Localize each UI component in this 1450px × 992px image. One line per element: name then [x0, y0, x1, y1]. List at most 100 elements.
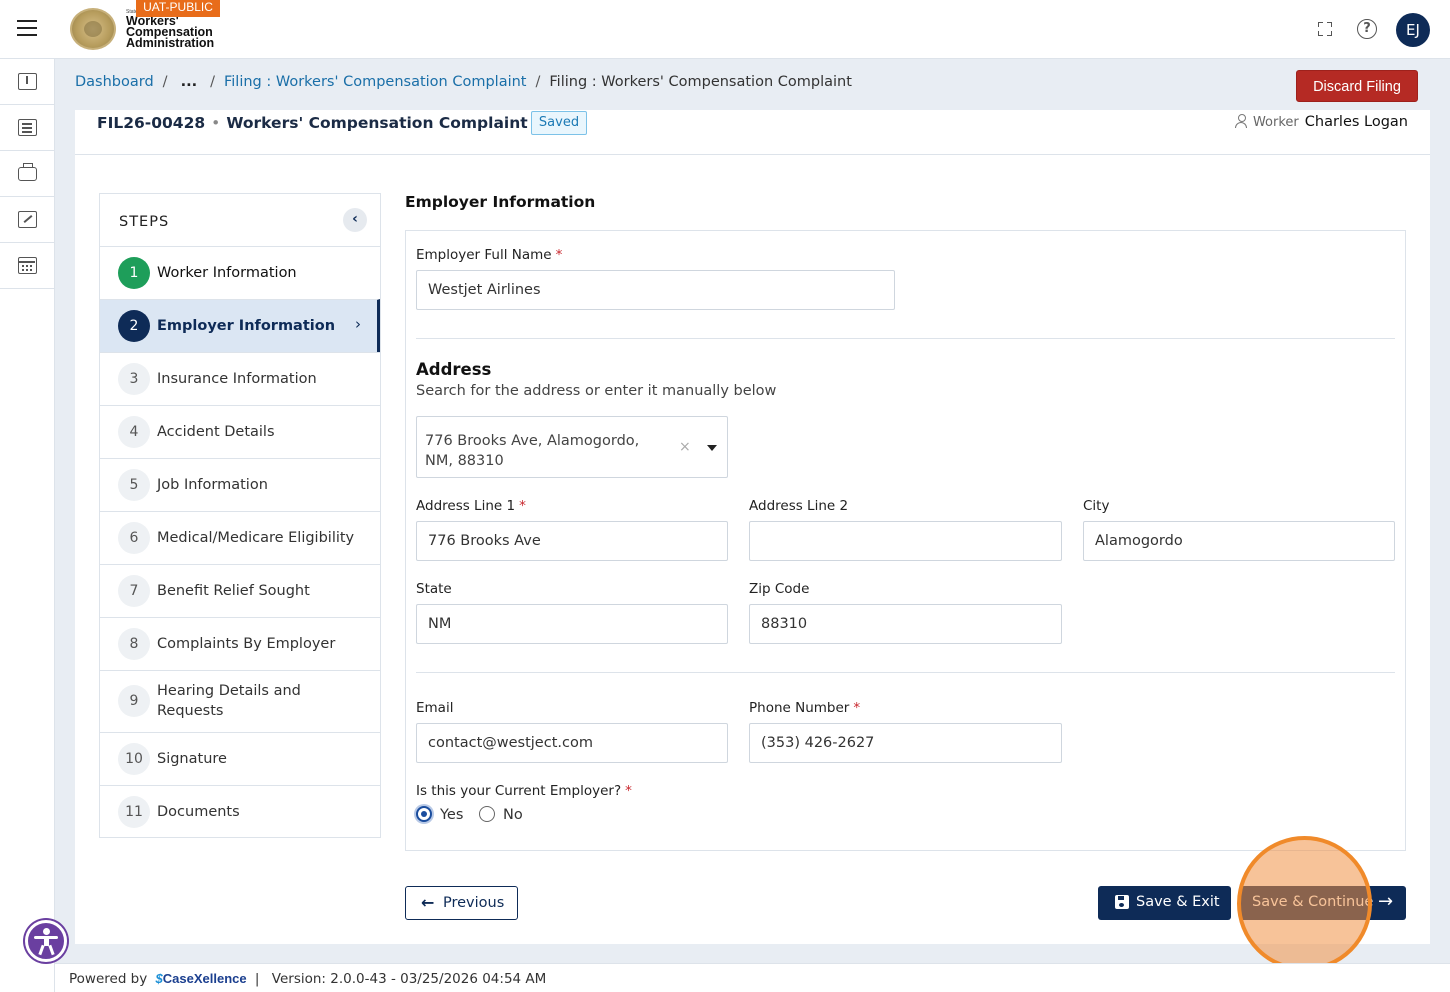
- step-hearing-details[interactable]: 9 Hearing Details and Requests: [100, 670, 380, 732]
- label-text: Is this your Current Employer?: [416, 783, 622, 799]
- cases-nav-item[interactable]: [0, 151, 55, 197]
- section-title: Employer Information: [405, 193, 596, 211]
- footer-text: Powered by $CaseXellence | Version: 2.0.…: [69, 971, 546, 987]
- address-line2-input[interactable]: [749, 521, 1062, 561]
- step-label: Accident Details: [157, 424, 275, 440]
- current-employer-no-radio[interactable]: [479, 806, 495, 822]
- state-input[interactable]: NM: [416, 604, 728, 644]
- state-label: State: [416, 581, 452, 597]
- step-number: 6: [118, 522, 150, 554]
- step-number: 11: [118, 796, 150, 828]
- divider: [416, 338, 1395, 339]
- no-label[interactable]: No: [503, 807, 523, 823]
- list-icon: [18, 119, 37, 136]
- step-insurance-information[interactable]: 3 Insurance Information: [100, 352, 380, 405]
- step-documents[interactable]: 11 Documents: [100, 785, 380, 838]
- divider: [416, 672, 1395, 673]
- label-text: Employer Full Name: [416, 247, 552, 263]
- step-number: 3: [118, 363, 150, 395]
- help-icon[interactable]: ?: [1357, 19, 1377, 39]
- email-input[interactable]: contact@westject.com: [416, 723, 728, 763]
- step-accident-details[interactable]: 4 Accident Details: [100, 405, 380, 458]
- breadcrumb-separator: /: [210, 74, 215, 90]
- step-number: 7: [118, 575, 150, 607]
- edit-icon: [18, 211, 37, 228]
- previous-button[interactable]: ← Previous: [405, 886, 518, 920]
- menu-icon[interactable]: [17, 20, 37, 36]
- step-number: 10: [118, 743, 150, 775]
- employer-name-label: Employer Full Name *: [416, 247, 562, 263]
- status-badge: Saved: [531, 111, 587, 135]
- address-line1-label: Address Line 1 *: [416, 498, 526, 514]
- email-label: Email: [416, 700, 454, 716]
- previous-label: Previous: [443, 895, 505, 911]
- clear-icon[interactable]: ×: [679, 439, 691, 455]
- step-label: Hearing Details and Requests: [157, 683, 301, 719]
- upload-icon: [18, 73, 37, 90]
- save-exit-button[interactable]: Save & Exit: [1098, 886, 1231, 920]
- step-label: Employer Information: [157, 318, 336, 334]
- powered-by-label: Powered by: [69, 971, 148, 987]
- phone-input[interactable]: (353) 426-2627: [749, 723, 1062, 763]
- filing-id: FIL26-00428: [97, 114, 206, 132]
- collapse-steps-button[interactable]: ‹: [343, 208, 367, 232]
- worker-name: Charles Logan: [1304, 114, 1408, 130]
- casexellence-logo: $CaseXellence: [156, 971, 247, 986]
- address-line1-input[interactable]: 776 Brooks Ave: [416, 521, 728, 561]
- employer-name-input[interactable]: Westjet Airlines: [416, 270, 895, 310]
- person-icon: [1234, 114, 1247, 128]
- step-employer-information[interactable]: 2 Employer Information ›: [100, 299, 380, 352]
- edit-nav-item[interactable]: [0, 197, 55, 243]
- briefcase-icon: [18, 163, 37, 181]
- save-icon: [1115, 895, 1129, 909]
- step-label: Medical/Medicare Eligibility: [157, 530, 355, 546]
- worker-info: Worker Charles Logan: [1234, 114, 1408, 130]
- breadcrumb-ellipsis[interactable]: ...: [181, 74, 198, 90]
- breadcrumb-current: Filing : Workers' Compensation Complaint: [549, 74, 852, 90]
- save-continue-button[interactable]: Save & Continue →: [1240, 886, 1406, 920]
- accessibility-icon[interactable]: [25, 920, 67, 962]
- step-medical-eligibility[interactable]: 6 Medical/Medicare Eligibility: [100, 511, 380, 564]
- address-title: Address: [416, 360, 492, 379]
- discard-filing-button[interactable]: Discard Filing: [1296, 70, 1418, 102]
- step-job-information[interactable]: 5 Job Information: [100, 458, 380, 511]
- yes-label[interactable]: Yes: [440, 807, 463, 823]
- breadcrumb-filing-link[interactable]: Filing : Workers' Compensation Complaint: [224, 74, 527, 90]
- required-mark: *: [625, 783, 632, 799]
- save-continue-label: Save & Continue: [1252, 894, 1374, 910]
- user-avatar[interactable]: EJ: [1396, 13, 1430, 47]
- worker-label: Worker: [1252, 115, 1299, 130]
- zip-input[interactable]: 88310: [749, 604, 1062, 644]
- calendar-nav-item[interactable]: [0, 243, 55, 289]
- step-worker-information[interactable]: 1 Worker Information: [100, 246, 380, 299]
- city-label: City: [1083, 498, 1110, 514]
- step-number: 9: [118, 685, 150, 717]
- list-nav-item[interactable]: [0, 105, 55, 151]
- breadcrumb: Dashboard /... / Filing : Workers' Compensa…: [75, 74, 852, 90]
- city-input[interactable]: Alamogordo: [1083, 521, 1395, 561]
- address-search-select[interactable]: 776 Brooks Ave, Alamogordo, NM, 88310 ×: [416, 416, 728, 478]
- title-dot: •: [211, 114, 221, 132]
- current-employer-label: Is this your Current Employer? *: [416, 783, 632, 799]
- address-subtitle: Search for the address or enter it manua…: [416, 383, 777, 399]
- step-number: 5: [118, 469, 150, 501]
- step-label: Job Information: [157, 477, 268, 493]
- state-seal-logo: [70, 8, 116, 50]
- calendar-icon: [18, 257, 37, 274]
- version-text: Version: 2.0.0-43 - 03/25/2026 04:54 AM: [271, 971, 547, 987]
- phone-label: Phone Number *: [749, 700, 860, 716]
- step-label: Benefit Relief Sought: [157, 583, 310, 599]
- chevron-right-icon: ›: [355, 315, 361, 333]
- step-signature[interactable]: 10 Signature: [100, 732, 380, 785]
- upload-nav-item[interactable]: [0, 59, 55, 105]
- fullscreen-icon[interactable]: [1314, 18, 1336, 40]
- environment-badge: UAT-PUBLIC: [136, 0, 220, 17]
- step-number: 2: [118, 310, 150, 342]
- top-bar: State Workers' Compensation Administrati…: [0, 0, 1450, 59]
- step-label: Documents: [157, 804, 240, 820]
- step-complaints-by-employer[interactable]: 8 Complaints By Employer: [100, 617, 380, 670]
- caret-down-icon[interactable]: [707, 445, 717, 451]
- current-employer-yes-radio[interactable]: [416, 806, 432, 822]
- step-benefit-relief[interactable]: 7 Benefit Relief Sought: [100, 564, 380, 617]
- breadcrumb-dashboard[interactable]: Dashboard: [75, 74, 154, 90]
